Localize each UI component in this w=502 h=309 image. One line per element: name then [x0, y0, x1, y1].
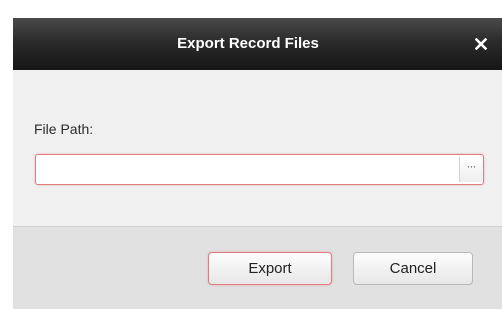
close-button[interactable]: [470, 32, 492, 56]
browse-button[interactable]: ···: [459, 157, 482, 182]
dialog-content: File Path: ···: [13, 70, 502, 226]
dialog-title: Export Record Files: [177, 35, 319, 52]
export-record-files-dialog: Export Record Files File Path: ··· Expor…: [13, 18, 502, 309]
cancel-button[interactable]: Cancel: [353, 252, 473, 285]
dialog-footer: Export Cancel: [13, 227, 502, 309]
close-icon: [475, 38, 487, 50]
file-path-input[interactable]: [37, 156, 455, 183]
export-button[interactable]: Export: [208, 252, 332, 285]
file-path-label: File Path:: [34, 121, 94, 137]
file-path-field: ···: [35, 154, 484, 185]
dialog-title-bar: Export Record Files: [13, 18, 502, 70]
